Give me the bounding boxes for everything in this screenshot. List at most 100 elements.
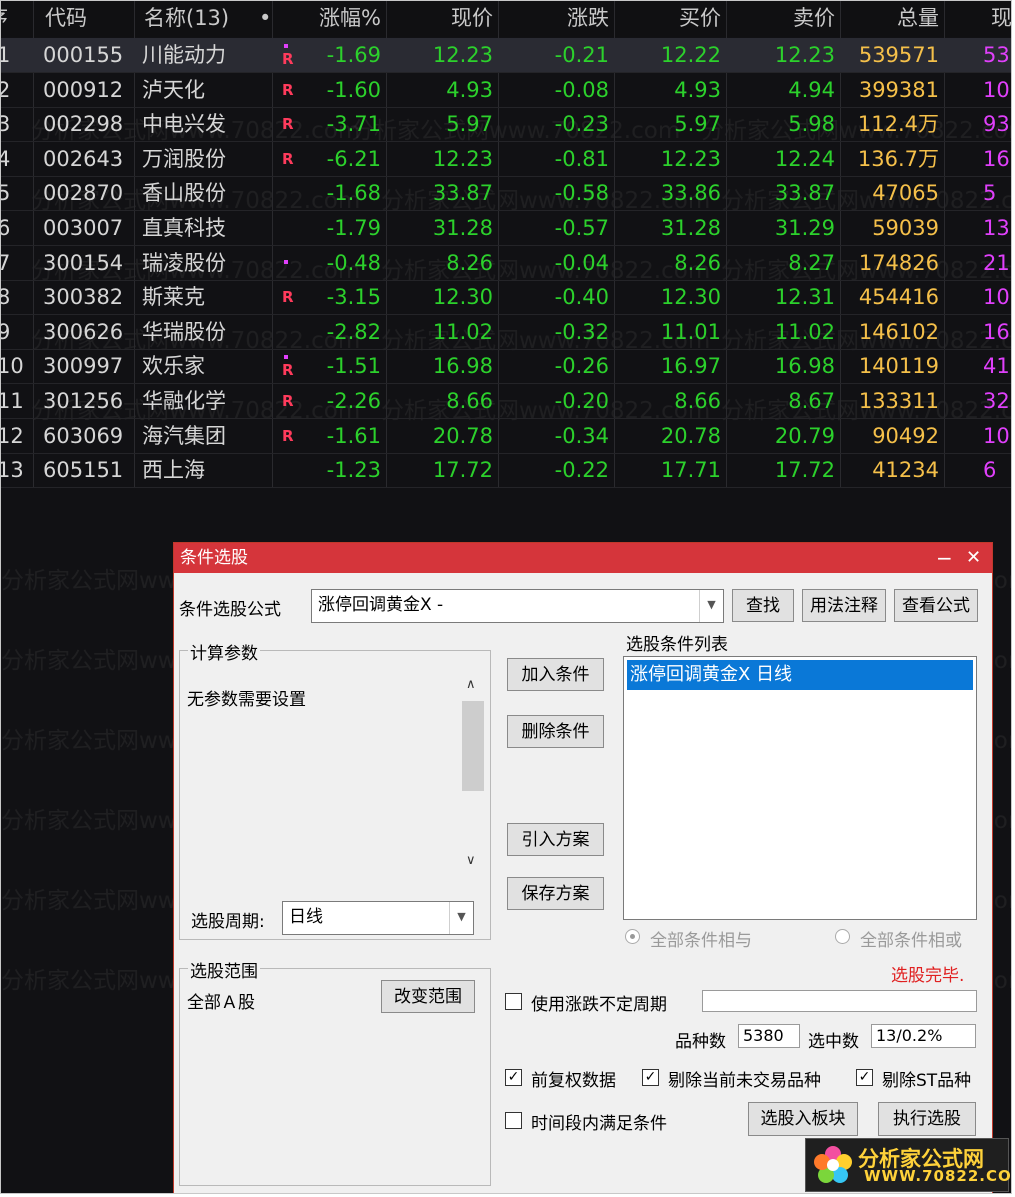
import-scheme-button[interactable]: 引入方案 — [507, 823, 604, 856]
save-scheme-button[interactable]: 保存方案 — [507, 877, 604, 910]
header-volume[interactable]: 总量 — [897, 1, 939, 35]
current-volume: 13 — [983, 216, 1010, 240]
stock-name: 中电兴发 — [142, 112, 226, 137]
execute-screening-button[interactable]: 执行选股 — [878, 1102, 976, 1136]
bid-price: 12.22 — [660, 43, 721, 67]
scroll-up-icon[interactable]: ∧ — [466, 677, 476, 692]
radio-all-and[interactable] — [625, 929, 640, 944]
formula-value: 涨停回调黄金X - — [318, 595, 444, 615]
flag-cell — [282, 453, 296, 487]
table-row[interactable]: 3 002298 中电兴发 -3.71 5.97 -0.23 5.97 5.98 112.4万 9… — [1, 107, 1011, 143]
table-row[interactable]: 2 000912 泸天化 -1.60 4.93 -0.08 4.93 4.94 399381 10… — [1, 73, 1011, 108]
find-button[interactable]: 查找 — [732, 589, 794, 622]
scroll-down-icon[interactable]: ∨ — [466, 853, 476, 868]
current-price: 8.26 — [446, 250, 493, 275]
header-dot[interactable]: • — [259, 1, 271, 35]
header-current[interactable]: 现 — [991, 1, 1011, 35]
view-formula-button[interactable]: 查看公式 — [894, 589, 978, 622]
stock-name: 华瑞股份 — [142, 319, 226, 344]
formula-combobox[interactable]: 涨停回调黄金X - ▼ — [311, 589, 724, 623]
header-bid[interactable]: 买价 — [679, 1, 721, 35]
table-row[interactable]: 7 300154 瑞凌股份 -0.48 8.26 -0.04 8.26 8.27 174826 2… — [1, 246, 1011, 281]
total-volume: 399381 — [858, 77, 939, 102]
change-pct: -1.51 — [326, 354, 381, 379]
current-volume: 41 — [983, 354, 1010, 379]
header-name[interactable]: 名称(13) — [144, 1, 229, 35]
delete-condition-button[interactable]: 删除条件 — [507, 715, 604, 748]
current-volume: 102 — [983, 77, 1011, 102]
variable-period-checkbox[interactable] — [505, 993, 522, 1010]
period-value: 日线 — [289, 907, 323, 927]
current-volume: 5 — [983, 181, 997, 206]
radio-all-or[interactable] — [835, 929, 850, 944]
stock-name: 海汽集团 — [142, 423, 226, 448]
header-price[interactable]: 现价 — [451, 1, 493, 35]
bid-price: 8.26 — [674, 250, 721, 275]
stock-code: 300626 — [43, 319, 124, 344]
close-icon[interactable]: ✕ — [966, 543, 981, 573]
current-price: 12.23 — [432, 146, 493, 171]
table-row[interactable]: 5 002870 香山股份 -1.68 33.87 -0.58 33.86 33.87 4706… — [1, 176, 1011, 212]
current-price: 4.93 — [446, 77, 493, 102]
usage-notes-button[interactable]: 用法注释 — [802, 589, 886, 622]
site-logo: 分析家公式网 WWW.70822.COM — [805, 1138, 1012, 1192]
table-row[interactable]: 4 002643 万润股份 -6.21 12.23 -0.81 12.23 12.24 136.… — [1, 142, 1011, 177]
change-range-button[interactable]: 改变范围 — [381, 980, 475, 1013]
chevron-down-icon[interactable]: ▼ — [699, 590, 723, 622]
header-num[interactable]: 序 — [1, 1, 8, 35]
params-scrollbar[interactable]: ∧ ∨ — [461, 675, 485, 875]
r-mark-icon: R — [282, 426, 294, 445]
dialog-titlebar[interactable]: 条件选股 − ✕ — [174, 543, 992, 573]
table-row[interactable]: 1 000155 川能动力 -1.69 12.23 -0.21 12.22 12.23 5395… — [1, 38, 1011, 73]
condition-listbox[interactable]: 涨停回调黄金X 日线 — [623, 656, 977, 920]
price-diff: -0.32 — [554, 319, 609, 344]
logo-url: WWW.70822.COM — [864, 1167, 1012, 1185]
ask-price: 5.98 — [788, 112, 835, 137]
flag-cell — [282, 176, 296, 210]
current-price: 31.28 — [432, 216, 493, 240]
row-number: 9 — [1, 315, 10, 349]
status-text: 选股完毕. — [891, 966, 965, 986]
dialog-title: 条件选股 — [180, 548, 248, 568]
header-change-pct[interactable]: 涨幅% — [319, 1, 381, 35]
total-volume: 539571 — [858, 43, 939, 67]
header-ask[interactable]: 卖价 — [793, 1, 835, 35]
change-pct: -3.71 — [326, 112, 381, 137]
total-volume: 454416 — [858, 285, 939, 310]
period-combobox[interactable]: 日线 ▼ — [282, 901, 474, 935]
add-condition-button[interactable]: 加入条件 — [507, 658, 604, 691]
exclude-untraded-checkbox[interactable]: ✓ — [642, 1069, 659, 1086]
flag-cell — [282, 211, 296, 245]
table-row[interactable]: 13 605151 西上海 -1.23 17.72 -0.22 17.71 17.72 4123… — [1, 453, 1011, 489]
header-code[interactable]: 代码 — [45, 1, 87, 35]
total-volume: 59039 — [872, 216, 939, 240]
flag-cell: R — [282, 419, 296, 453]
condition-list-item[interactable]: 涨停回调黄金X 日线 — [627, 660, 973, 690]
change-pct: -1.79 — [326, 216, 381, 240]
minimize-icon[interactable]: − — [936, 543, 953, 573]
current-volume: 93 — [983, 112, 1010, 137]
timespan-checkbox[interactable] — [505, 1112, 522, 1129]
range-value: 全部Ａ股 — [187, 993, 255, 1013]
stock-code: 003007 — [43, 216, 124, 240]
table-row[interactable]: 11 301256 华融化学 -2.26 8.66 -0.20 8.66 8.67 133311… — [1, 384, 1011, 419]
chevron-down-icon[interactable]: ▼ — [449, 902, 473, 934]
add-to-block-button[interactable]: 选股入板块 — [748, 1102, 858, 1136]
table-row[interactable]: 8 300382 斯莱克 -3.15 12.30 -0.40 12.30 12.31 45441… — [1, 280, 1011, 316]
ask-price: 12.24 — [774, 146, 835, 171]
header-diff[interactable]: 涨跌 — [567, 1, 609, 35]
current-volume: 163 — [983, 146, 1011, 171]
exclude-st-checkbox[interactable]: ✓ — [856, 1069, 873, 1086]
stock-name: 泸天化 — [142, 77, 205, 102]
ask-price: 31.29 — [774, 216, 835, 240]
r-mark-icon: R — [282, 149, 294, 168]
table-row[interactable]: 6 003007 直真科技 -1.79 31.28 -0.57 31.28 31.29 5903… — [1, 211, 1011, 246]
forward-adjust-checkbox[interactable]: ✓ — [505, 1069, 522, 1086]
range-group-title: 选股范围 — [188, 957, 260, 982]
table-row[interactable]: 12 603069 海汽集团 -1.61 20.78 -0.34 20.78 20.79 904… — [1, 419, 1011, 454]
scrollbar-thumb[interactable] — [462, 701, 484, 791]
selected-label: 选中数 — [808, 1032, 859, 1052]
table-row[interactable]: 10 300997 欢乐家 -1.51 16.98 -0.26 16.97 16.98 1401… — [1, 349, 1011, 385]
variable-period-input[interactable] — [702, 990, 977, 1012]
table-row[interactable]: 9 300626 华瑞股份 -2.82 11.02 -0.32 11.01 11.02 1461… — [1, 315, 1011, 350]
